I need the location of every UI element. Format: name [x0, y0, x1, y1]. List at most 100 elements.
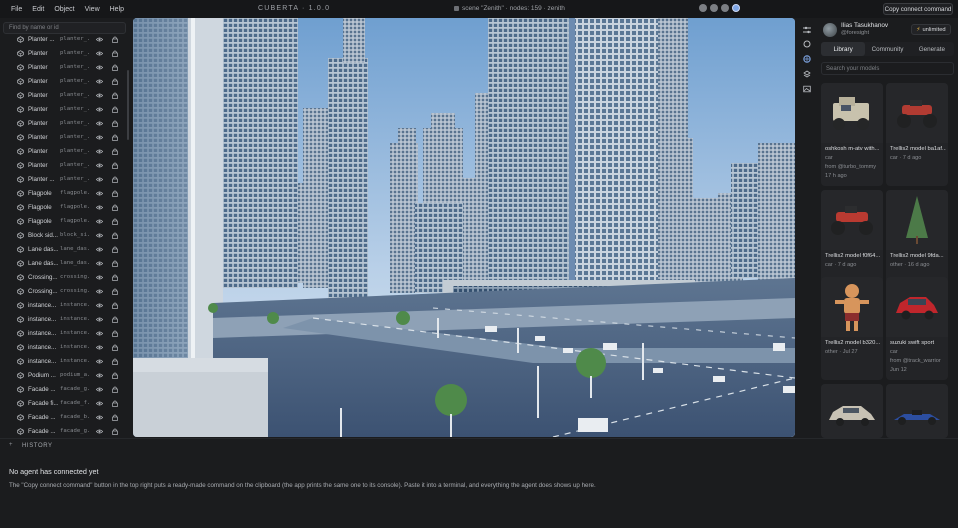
visibility-eye-icon[interactable]	[96, 93, 103, 98]
outline-row[interactable]: instance...instance...	[0, 341, 130, 355]
lock-icon[interactable]	[112, 162, 118, 169]
outline-row[interactable]: Crossing...crossing...	[0, 285, 130, 299]
lock-icon[interactable]	[112, 274, 118, 281]
model-card[interactable]: Trellis2 model ba1af... car · 7 d ago	[886, 83, 948, 186]
visibility-eye-icon[interactable]	[96, 289, 103, 294]
outline-row[interactable]: Flagpole flagpole...	[0, 187, 130, 201]
sliders-icon[interactable]	[803, 26, 811, 34]
maximize-button[interactable]	[710, 4, 718, 12]
tab-generate[interactable]: Generate	[910, 42, 954, 56]
outline-row[interactable]: Planter planter_...	[0, 117, 130, 131]
layers-icon[interactable]	[803, 70, 811, 78]
lock-icon[interactable]	[112, 106, 118, 113]
visibility-eye-icon[interactable]	[96, 233, 103, 238]
outline-row[interactable]: instance...instance...	[0, 313, 130, 327]
outline-row[interactable]: Facade ... facade_g...	[0, 425, 130, 439]
outline-row[interactable]: Facade ... facade_b...	[0, 411, 130, 425]
outline-row[interactable]: Planter planter_...	[0, 159, 130, 173]
lock-icon[interactable]	[112, 78, 118, 85]
outline-row[interactable]: Planter ... planter_...	[0, 173, 130, 187]
visibility-eye-icon[interactable]	[96, 149, 103, 154]
lock-icon[interactable]	[112, 428, 118, 435]
lock-icon[interactable]	[112, 148, 118, 155]
lock-icon[interactable]	[112, 64, 118, 71]
outline-row[interactable]: Lane das...lane_das...	[0, 243, 130, 257]
visibility-eye-icon[interactable]	[96, 79, 103, 84]
visibility-eye-icon[interactable]	[96, 65, 103, 70]
lock-icon[interactable]	[112, 330, 118, 337]
outline-row[interactable]: Planter planter_...	[0, 61, 130, 75]
visibility-eye-icon[interactable]	[96, 359, 103, 364]
model-card[interactable]: Trellis2 model b320... other · Jul 27	[821, 277, 883, 380]
visibility-eye-icon[interactable]	[96, 247, 103, 252]
visibility-eye-icon[interactable]	[96, 387, 103, 392]
visibility-eye-icon[interactable]	[96, 401, 103, 406]
outline-row[interactable]: Planter planter_...	[0, 89, 130, 103]
lock-icon[interactable]	[112, 120, 118, 127]
outline-row[interactable]: Flagpole flagpole...	[0, 215, 130, 229]
model-card[interactable]: oshkosh m-atv with... car from @turbo_to…	[821, 83, 883, 186]
3d-viewport[interactable]	[133, 18, 795, 437]
tab-library[interactable]: Library	[821, 42, 866, 56]
visibility-eye-icon[interactable]	[96, 107, 103, 112]
lock-icon[interactable]	[112, 134, 118, 141]
lock-icon[interactable]	[112, 288, 118, 295]
outline-row[interactable]: Planter planter_...	[0, 103, 130, 117]
outline-row[interactable]: Planter planter_...	[0, 75, 130, 89]
history-bar[interactable]: + HISTORY	[0, 438, 958, 452]
lock-icon[interactable]	[112, 36, 118, 43]
circle-icon[interactable]	[803, 40, 811, 48]
visibility-eye-icon[interactable]	[96, 191, 103, 196]
visibility-eye-icon[interactable]	[96, 373, 103, 378]
outline-row[interactable]: Facade ... facade_g...	[0, 383, 130, 397]
visibility-eye-icon[interactable]	[96, 317, 103, 322]
outline-row[interactable]: Block sid...block_si...	[0, 229, 130, 243]
tab-community[interactable]: Community	[865, 42, 909, 56]
visibility-eye-icon[interactable]	[96, 121, 103, 126]
visibility-eye-icon[interactable]	[96, 345, 103, 350]
model-card[interactable]: suzuki swift sport car from @track_warri…	[886, 277, 948, 380]
outline-row[interactable]: Flagpole flagpole...	[0, 201, 130, 215]
visibility-eye-icon[interactable]	[96, 219, 103, 224]
model-card[interactable]	[821, 384, 883, 438]
outline-row[interactable]: Crossing...crossing...	[0, 271, 130, 285]
outline-row[interactable]: Planter planter_...	[0, 131, 130, 145]
menu-edit[interactable]: Edit	[27, 6, 49, 13]
lock-icon[interactable]	[112, 400, 118, 407]
outline-row[interactable]: instance...instance...	[0, 355, 130, 369]
lock-icon[interactable]	[112, 414, 118, 421]
outline-row[interactable]: Podium ... podium_a...	[0, 369, 130, 383]
visibility-eye-icon[interactable]	[96, 37, 103, 42]
menu-file[interactable]: File	[6, 6, 27, 13]
minimize-button[interactable]	[699, 4, 707, 12]
visibility-eye-icon[interactable]	[96, 177, 103, 182]
lock-icon[interactable]	[112, 260, 118, 267]
visibility-eye-icon[interactable]	[96, 275, 103, 280]
visibility-eye-icon[interactable]	[96, 261, 103, 266]
lock-icon[interactable]	[112, 358, 118, 365]
account-button[interactable]	[732, 4, 740, 12]
menu-view[interactable]: View	[80, 6, 105, 13]
lock-icon[interactable]	[112, 50, 118, 57]
lock-icon[interactable]	[112, 302, 118, 309]
outline-row[interactable]: Facade fi...facade_f...	[0, 397, 130, 411]
settings-button[interactable]	[721, 4, 729, 12]
visibility-eye-icon[interactable]	[96, 51, 103, 56]
visibility-eye-icon[interactable]	[96, 415, 103, 420]
outline-scrollbar[interactable]	[127, 70, 129, 140]
lock-icon[interactable]	[112, 372, 118, 379]
visibility-eye-icon[interactable]	[96, 205, 103, 210]
image-icon[interactable]	[803, 85, 811, 93]
lock-icon[interactable]	[112, 246, 118, 253]
lock-icon[interactable]	[112, 344, 118, 351]
globe-icon[interactable]	[803, 55, 811, 63]
lock-icon[interactable]	[112, 386, 118, 393]
menu-help[interactable]: Help	[105, 6, 129, 13]
visibility-eye-icon[interactable]	[96, 303, 103, 308]
menu-object[interactable]: Object	[49, 6, 79, 13]
visibility-eye-icon[interactable]	[96, 429, 103, 434]
lock-icon[interactable]	[112, 204, 118, 211]
model-search-input[interactable]: Search your models	[821, 62, 954, 75]
visibility-eye-icon[interactable]	[96, 163, 103, 168]
outline-row[interactable]: Planter planter_...	[0, 47, 130, 61]
